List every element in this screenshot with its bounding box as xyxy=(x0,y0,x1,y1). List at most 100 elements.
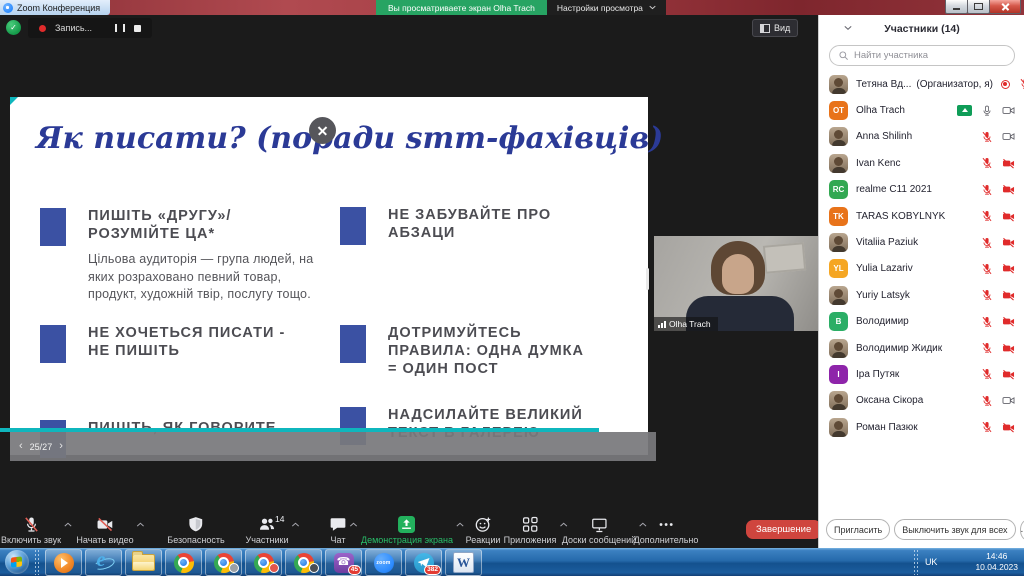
more-dots-icon xyxy=(658,516,675,533)
reactions-icon xyxy=(474,516,491,533)
toolbar-item[interactable]: Включить звук xyxy=(1,516,61,545)
participant-name: Vitaliia Paziuk xyxy=(856,237,918,248)
chevron-up-icon[interactable] xyxy=(292,522,300,527)
collapse-panel-icon[interactable] xyxy=(844,25,852,31)
camera-status-icon xyxy=(1002,342,1015,355)
taskbar-app[interactable] xyxy=(245,549,282,576)
participants-list: Тетяна Вд... (Организатор, я) OT Olha Tr… xyxy=(819,71,1024,440)
chevron-up-icon[interactable] xyxy=(137,522,145,527)
participant-row[interactable]: YL Yulia Lazariv xyxy=(819,256,1024,282)
taskbar-app[interactable] xyxy=(165,549,202,576)
camera-status-icon xyxy=(1002,421,1015,434)
leave-meeting-button[interactable]: Завершение xyxy=(746,520,821,539)
next-slide-button[interactable]: › xyxy=(59,441,63,452)
invite-button[interactable]: Пригласить xyxy=(826,519,890,540)
recording-dot-icon xyxy=(39,25,46,32)
avatar: TK xyxy=(829,207,848,226)
chevron-up-icon[interactable] xyxy=(64,522,72,527)
audio-signal-icon xyxy=(658,321,666,328)
chevron-up-icon[interactable] xyxy=(350,522,358,527)
toolbar-item[interactable]: Чат xyxy=(330,516,347,545)
toolbar-item[interactable]: Доски сообщений xyxy=(562,516,636,545)
taskbar-app[interactable]: 45 xyxy=(325,549,362,576)
toolbar-item[interactable]: Реакции xyxy=(466,516,501,545)
toolbar-item[interactable]: Дополнительно xyxy=(634,516,699,545)
search-input[interactable] xyxy=(829,45,1015,66)
camera-status-icon xyxy=(1002,315,1015,328)
participant-row[interactable]: В Володимир xyxy=(819,309,1024,335)
language-indicator[interactable]: UK xyxy=(925,557,938,567)
screen-share-badge-icon xyxy=(957,105,972,116)
camera-status-icon xyxy=(1002,183,1015,196)
close-button[interactable] xyxy=(989,0,1021,14)
taskbar-app[interactable] xyxy=(205,549,242,576)
bullet-heading: НЕ ЗАБУВАЙТЕ ПРО АБЗАЦИ xyxy=(388,206,638,242)
toolbar-item[interactable]: Безопасность xyxy=(167,516,224,545)
chrome-icon xyxy=(254,553,274,573)
taskbar-app[interactable] xyxy=(85,549,122,576)
participant-row[interactable]: Роман Пазюк xyxy=(819,414,1024,440)
avatar: OT xyxy=(829,101,848,120)
camera-status-icon xyxy=(1002,157,1015,170)
window-title-area: Zoom Конференция xyxy=(0,0,110,15)
avatar xyxy=(829,75,848,94)
pause-recording-button[interactable] xyxy=(115,24,125,32)
close-annotation-button[interactable] xyxy=(309,117,336,144)
taskbar-app[interactable]: zoom xyxy=(365,549,402,576)
view-settings-dropdown[interactable]: Настройки просмотра xyxy=(547,0,666,15)
taskbar-app[interactable] xyxy=(285,549,322,576)
slide-scrollbar[interactable] xyxy=(646,268,649,290)
toolbar-label: Доски сообщений xyxy=(562,535,636,545)
toolbar-item[interactable]: 14 Участники xyxy=(246,516,289,545)
participant-row[interactable]: Yuriy Latsyk xyxy=(819,282,1024,308)
view-button[interactable]: Вид xyxy=(752,19,798,37)
toolbar-label: Чат xyxy=(331,535,346,545)
word-icon xyxy=(453,552,474,573)
participant-row[interactable]: Ivan Kenc xyxy=(819,150,1024,176)
mic-status-icon xyxy=(981,368,993,380)
participant-row[interactable]: Vitaliia Paziuk xyxy=(819,229,1024,255)
participant-row[interactable]: Тетяна Вд... (Организатор, я) xyxy=(819,71,1024,97)
toolbar-item[interactable]: Демонстрация экрана xyxy=(361,516,453,545)
toolbar-item[interactable]: Приложения xyxy=(504,516,557,545)
camera-status-icon xyxy=(1002,210,1015,223)
chevron-up-icon[interactable] xyxy=(456,522,464,527)
mic-status-icon xyxy=(981,421,993,433)
toolbar-label: Начать видео xyxy=(76,535,133,545)
camera-status-icon xyxy=(1002,368,1015,381)
toolbar-label: Участники xyxy=(246,535,289,545)
stop-recording-button[interactable] xyxy=(134,25,141,32)
taskbar-clock[interactable]: 14:46 10.04.2023 xyxy=(975,551,1018,573)
maximize-button[interactable] xyxy=(967,0,990,14)
participant-row[interactable]: І Іра Путяк xyxy=(819,361,1024,387)
start-button[interactable] xyxy=(5,550,29,574)
camera-status-icon xyxy=(1002,262,1015,275)
taskbar-app[interactable] xyxy=(125,549,162,576)
participant-row[interactable]: OT Olha Trach xyxy=(819,97,1024,123)
camera-status-icon xyxy=(1002,236,1015,249)
video-off-icon xyxy=(97,516,114,533)
mute-all-button[interactable]: Выключить звук для всех xyxy=(894,519,1015,540)
participant-row[interactable]: Оксана Сікора xyxy=(819,388,1024,414)
more-options-button[interactable]: ... xyxy=(1020,520,1024,540)
speaker-video-tile[interactable]: Olha Trach xyxy=(654,236,818,331)
mic-status-icon xyxy=(981,237,993,249)
whiteboard-icon xyxy=(591,516,608,533)
view-layout-icon xyxy=(760,24,770,33)
chat-icon xyxy=(330,516,347,533)
participant-row[interactable]: Володимир Жидик xyxy=(819,335,1024,361)
participant-row[interactable]: RC realme C11 2021 xyxy=(819,177,1024,203)
video-name-label: Olha Trach xyxy=(654,317,718,331)
taskbar-app[interactable] xyxy=(445,549,482,576)
taskbar-app[interactable] xyxy=(45,549,82,576)
participant-row[interactable]: TK TARAS KOBYLNYK xyxy=(819,203,1024,229)
previous-slide-button[interactable]: ‹ xyxy=(19,441,23,452)
toolbar-item[interactable]: Начать видео xyxy=(76,516,133,545)
share-screen-icon xyxy=(399,516,416,533)
participants-icon xyxy=(259,516,276,533)
taskbar-app[interactable]: 382 xyxy=(405,549,442,576)
participant-row[interactable]: Anna Shilinh xyxy=(819,124,1024,150)
toolbar-label: Демонстрация экрана xyxy=(361,535,453,545)
search-icon xyxy=(838,50,849,61)
minimize-button[interactable] xyxy=(945,0,968,14)
